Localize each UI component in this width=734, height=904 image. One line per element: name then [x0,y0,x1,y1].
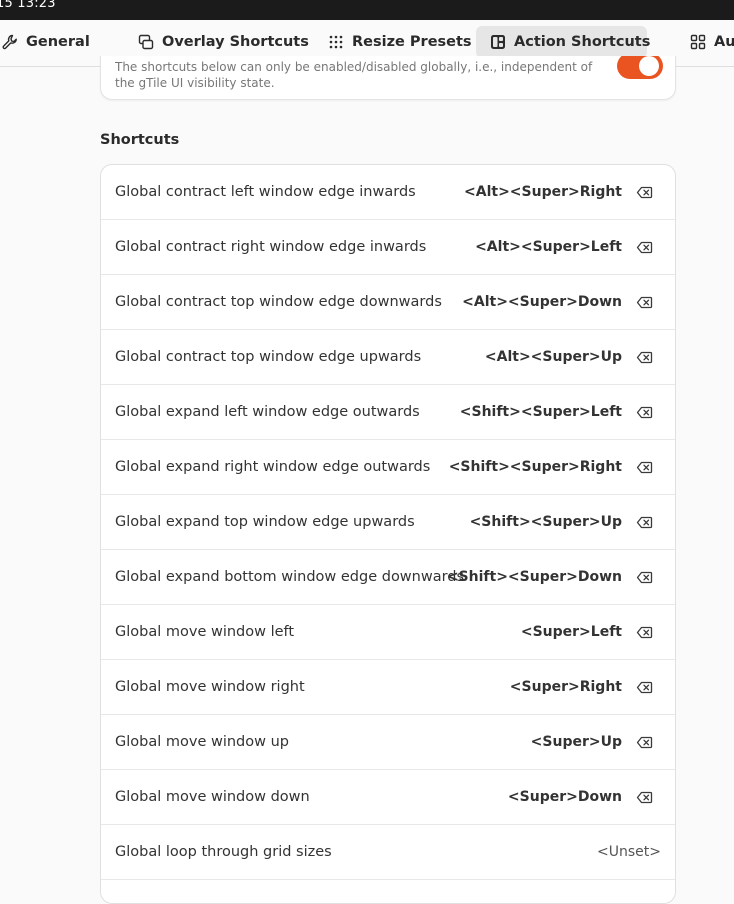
shortcut-label: Global contract top window edge downward… [115,294,442,310]
shortcut-row[interactable]: Global contract right window edge inward… [101,220,675,275]
clear-shortcut-icon[interactable] [636,734,653,751]
shortcut-label: Global move window right [115,679,305,695]
shortcut-row[interactable]: Global contract top window edge downward… [101,275,675,330]
tab-action-shortcuts[interactable]: Action Shortcuts [476,26,651,58]
shortcut-accelerator[interactable]: <Super>Right [510,660,622,714]
clear-shortcut-icon[interactable] [636,514,653,531]
clear-shortcut-icon[interactable] [636,679,653,696]
tab-label: Action Shortcuts [514,34,651,50]
shortcut-accelerator[interactable]: <Alt><Super>Left [475,220,622,274]
shortcut-accelerator[interactable]: <Shift><Super>Up [470,495,622,549]
tab-auto[interactable]: Aut [676,26,734,58]
clock: 15 13:23 [0,0,56,11]
shortcut-row[interactable]: Global move window left <Super>Left [101,605,675,660]
shortcut-label: Global expand left window edge outwards [115,404,420,420]
shortcut-row[interactable]: Global contract left window edge inwards… [101,165,675,220]
shortcut-accelerator[interactable]: <Unset> [597,825,661,879]
shortcut-row[interactable]: Global move window down <Super>Down [101,770,675,825]
clear-shortcut-icon[interactable] [636,404,653,421]
global-toggle-description: The shortcuts below can only be enabled/… [115,60,593,90]
shortcut-label: Global move window left [115,624,295,640]
shortcut-label: Global expand bottom window edge downwar… [115,569,465,585]
shortcut-row[interactable]: Global move window up <Super>Up [101,715,675,770]
global-shortcuts-switch[interactable] [617,56,663,79]
global-toggle-card: The shortcuts below can only be enabled/… [100,56,676,100]
shortcut-label: Global contract left window edge inwards [115,184,416,200]
shortcut-row[interactable]: Global expand right window edge outwards… [101,440,675,495]
clear-shortcut-icon[interactable] [636,239,653,256]
switch-knob [639,56,659,76]
shortcut-row[interactable]: Global expand left window edge outwards <… [101,385,675,440]
overlay-icon [138,34,154,50]
grid-squares-icon [690,34,706,50]
shortcut-label: Global loop through grid sizes [115,844,332,860]
shortcut-label: Global expand right window edge outwards [115,459,431,475]
clear-shortcut-icon[interactable] [636,459,653,476]
clear-shortcut-icon[interactable] [636,569,653,586]
shortcut-row[interactable]: Global contract top window edge upwards <… [101,330,675,385]
tab-overlay-shortcuts[interactable]: Overlay Shortcuts [124,26,323,58]
section-title: Shortcuts [100,132,180,148]
clear-shortcut-icon[interactable] [636,184,653,201]
shortcut-label: Global contract right window edge inward… [115,239,427,255]
tab-resize-presets[interactable]: Resize Presets [314,26,486,58]
shortcut-accelerator[interactable]: <Alt><Super>Up [485,330,622,384]
shortcut-row[interactable]: Global expand bottom window edge downwar… [101,550,675,605]
shortcut-accelerator[interactable]: <Alt><Super>Down [462,275,622,329]
tab-label: Overlay Shortcuts [162,34,309,50]
grid-dots-icon [328,34,344,50]
shortcut-label: Global contract top window edge upwards [115,349,422,365]
clear-shortcut-icon[interactable] [636,294,653,311]
shortcut-accelerator[interactable]: <Shift><Super>Left [460,385,622,439]
wrench-icon [2,34,18,50]
shortcut-row[interactable]: Global move window right <Super>Right [101,660,675,715]
shortcut-accelerator[interactable]: <Super>Left [521,605,622,659]
shortcut-accelerator[interactable]: <Shift><Super>Right [449,440,622,494]
tab-label: Resize Presets [352,34,472,50]
tab-label: General [26,34,90,50]
tab-label: Aut [714,34,734,50]
shortcut-row[interactable]: Global loop through grid sizes <Unset> [101,825,675,880]
shortcut-accelerator[interactable]: <Super>Up [531,715,622,769]
shortcut-label: Global expand top window edge upwards [115,514,415,530]
clear-shortcut-icon[interactable] [636,349,653,366]
shortcut-label: Global move window down [115,789,310,805]
tab-general[interactable]: General [0,26,104,58]
clear-shortcut-icon[interactable] [636,789,653,806]
clear-shortcut-icon[interactable] [636,624,653,641]
shortcut-accelerator[interactable]: <Alt><Super>Right [464,165,622,219]
shortcut-accelerator[interactable]: <Super>Down [508,770,622,824]
action-shortcuts-icon [490,34,506,50]
shortcut-list: Global contract left window edge inwards… [100,164,676,904]
shortcut-accelerator[interactable]: <Shift><Super>Down [447,550,622,604]
shortcut-row[interactable]: Global expand top window edge upwards <Sh… [101,495,675,550]
shortcut-label: Global move window up [115,734,289,750]
top-bar: 15 13:23 [0,0,734,20]
